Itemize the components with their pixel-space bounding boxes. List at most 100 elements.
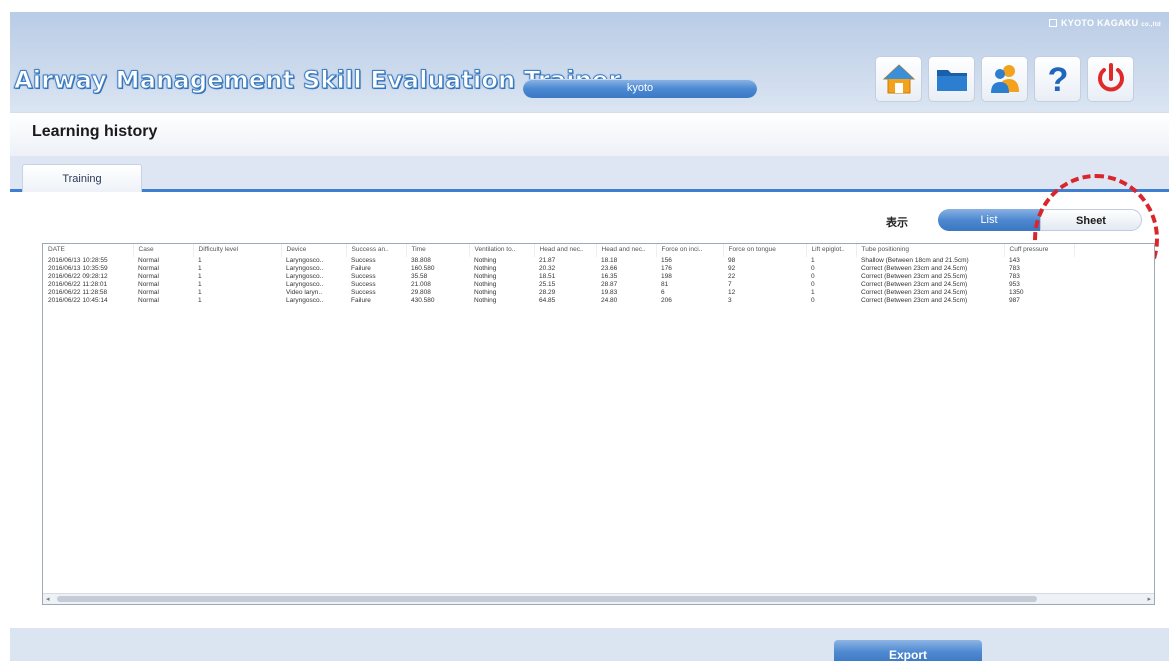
table-cell: 1: [198, 281, 202, 288]
table-row[interactable]: 2016/06/22 09:28:12 Normal 1 Laryngosco.. Su…: [43, 273, 1074, 281]
table-cell: Nothing: [474, 257, 497, 264]
folder-icon: [936, 70, 967, 91]
table-cell: 953: [1009, 281, 1020, 288]
column-header[interactable]: Tube positioning: [856, 244, 1005, 257]
table-row[interactable]: 2016/06/22 11:28:01 Normal 1 Laryngosco.. Su…: [43, 281, 1074, 289]
table-cell: 0: [811, 265, 815, 272]
table-cell: 2016/06/22 11:28:58: [48, 289, 108, 296]
user-button[interactable]: [981, 56, 1028, 102]
table-cell: 0: [811, 281, 815, 288]
table-cell: Correct (Between 23cm and 25.5cm): [861, 273, 968, 280]
table-cell: Success: [351, 257, 376, 264]
page-heading-band: Learning history: [10, 112, 1169, 156]
table-header-row: DATE Case Difficulty level Device Success an…: [43, 244, 1075, 257]
list-view-button[interactable]: List: [938, 209, 1040, 231]
table-cell: 160.580: [411, 265, 435, 272]
column-header[interactable]: DATE: [43, 244, 134, 257]
column-header[interactable]: Force on tongue: [723, 244, 807, 257]
power-button[interactable]: [1087, 56, 1134, 102]
table-cell: Shallow (Between 18cm and 21.5cm): [861, 257, 969, 264]
table-cell: Video laryn..: [286, 289, 323, 296]
table-body: 2016/06/13 10:28:55 Normal 1 Laryngosco.. Su…: [43, 257, 1074, 305]
table-cell: Normal: [138, 273, 159, 280]
table-cell: 38.808: [411, 257, 431, 264]
column-header[interactable]: Force on inci..: [656, 244, 724, 257]
history-table-grid: DATE Case Difficulty level Device Success an…: [43, 244, 1075, 305]
column-header[interactable]: Time: [406, 244, 470, 257]
table-cell: 22: [728, 273, 736, 280]
column-header[interactable]: Lift epiglot..: [806, 244, 857, 257]
column-header[interactable]: Head and nec..: [596, 244, 657, 257]
user-name-badge: kyoto: [523, 79, 757, 98]
table-cell: Correct (Between 23cm and 24.5cm): [861, 281, 968, 288]
table-cell: 987: [1009, 297, 1020, 304]
history-table: DATE Case Difficulty level Device Success an…: [42, 243, 1155, 605]
table-cell: Nothing: [474, 265, 497, 272]
table-cell: Failure: [351, 297, 371, 304]
table-cell: 35.58: [411, 273, 428, 280]
table-row[interactable]: 2016/06/22 11:28:58 Normal 1 Video laryn.. S…: [43, 289, 1074, 297]
table-cell: 20.32: [539, 265, 556, 272]
horizontal-scrollbar[interactable]: ◂ ▸: [43, 593, 1154, 604]
table-cell: Laryngosco..: [286, 257, 324, 264]
table-cell: Correct (Between 23cm and 24.5cm): [861, 297, 968, 304]
table-row[interactable]: 2016/06/22 10:45:14 Normal 1 Laryngosco.. Fa…: [43, 297, 1074, 305]
table-row[interactable]: 2016/06/13 10:28:55 Normal 1 Laryngosco.. Su…: [43, 257, 1074, 265]
table-cell: 430.580: [411, 297, 435, 304]
table-cell: 23.66: [601, 265, 618, 272]
column-header[interactable]: Ventilation to..: [469, 244, 535, 257]
table-row[interactable]: 2016/06/13 10:35:59 Normal 1 Laryngosco.. Fa…: [43, 265, 1074, 273]
horizontal-scroll-thumb[interactable]: [57, 596, 1037, 602]
table-cell: 1: [198, 289, 202, 296]
table-cell: Normal: [138, 297, 159, 304]
help-button[interactable]: ?: [1034, 56, 1081, 102]
table-cell: Correct (Between 23cm and 24.5cm): [861, 265, 968, 272]
table-cell: Normal: [138, 257, 159, 264]
sheet-view-button[interactable]: Sheet: [1040, 209, 1142, 231]
column-header[interactable]: Case: [133, 244, 194, 257]
brand-mark-icon: [1048, 19, 1057, 27]
brand-logo: KYOTO KAGAKU co.,ltd: [1048, 18, 1161, 28]
footer-band: [10, 628, 1169, 661]
brand-name: KYOTO KAGAKU: [1060, 18, 1139, 28]
column-header[interactable]: Head and nec..: [534, 244, 597, 257]
folder-button[interactable]: [928, 56, 975, 102]
help-icon: ?: [1047, 61, 1068, 97]
brand-suffix: co.,ltd: [1141, 22, 1161, 28]
table-cell: 2016/06/13 10:28:55: [48, 257, 108, 264]
table-cell: 28.87: [601, 281, 618, 288]
column-header[interactable]: Difficulty level: [193, 244, 282, 257]
table-cell: Laryngosco..: [286, 281, 324, 288]
table-cell: 1: [198, 297, 202, 304]
table-cell: 7: [728, 281, 732, 288]
tab-strip: Training: [10, 156, 1169, 192]
table-cell: 25.15: [539, 281, 556, 288]
table-cell: 92: [728, 265, 736, 272]
scroll-left-arrow-icon[interactable]: ◂: [46, 594, 50, 604]
table-cell: 156: [661, 257, 672, 264]
table-cell: 143: [1009, 257, 1020, 264]
table-cell: 64.85: [539, 297, 556, 304]
table-cell: 1350: [1009, 289, 1024, 296]
table-cell: 1: [811, 289, 815, 296]
table-cell: 6: [661, 289, 665, 296]
column-header[interactable]: Cuff pressure: [1004, 244, 1075, 257]
scroll-right-arrow-icon[interactable]: ▸: [1147, 594, 1151, 604]
table-cell: 783: [1009, 265, 1020, 272]
tab-training[interactable]: Training: [22, 164, 142, 192]
column-header[interactable]: Device: [281, 244, 347, 257]
table-cell: 2016/06/22 11:28:01: [48, 281, 108, 288]
display-label: 表示: [886, 217, 908, 229]
table-cell: 19.83: [601, 289, 618, 296]
page-title: Learning history: [32, 123, 158, 140]
export-button[interactable]: Export: [834, 640, 982, 661]
table-cell: 783: [1009, 273, 1020, 280]
table-cell: 2016/06/22 10:45:14: [48, 297, 108, 304]
column-header[interactable]: Success an..: [346, 244, 407, 257]
table-cell: Nothing: [474, 289, 497, 296]
table-cell: Success: [351, 273, 376, 280]
user-icon: [990, 65, 1019, 93]
table-cell: 12: [728, 289, 736, 296]
home-button[interactable]: [875, 56, 922, 102]
table-cell: 81: [661, 281, 669, 288]
